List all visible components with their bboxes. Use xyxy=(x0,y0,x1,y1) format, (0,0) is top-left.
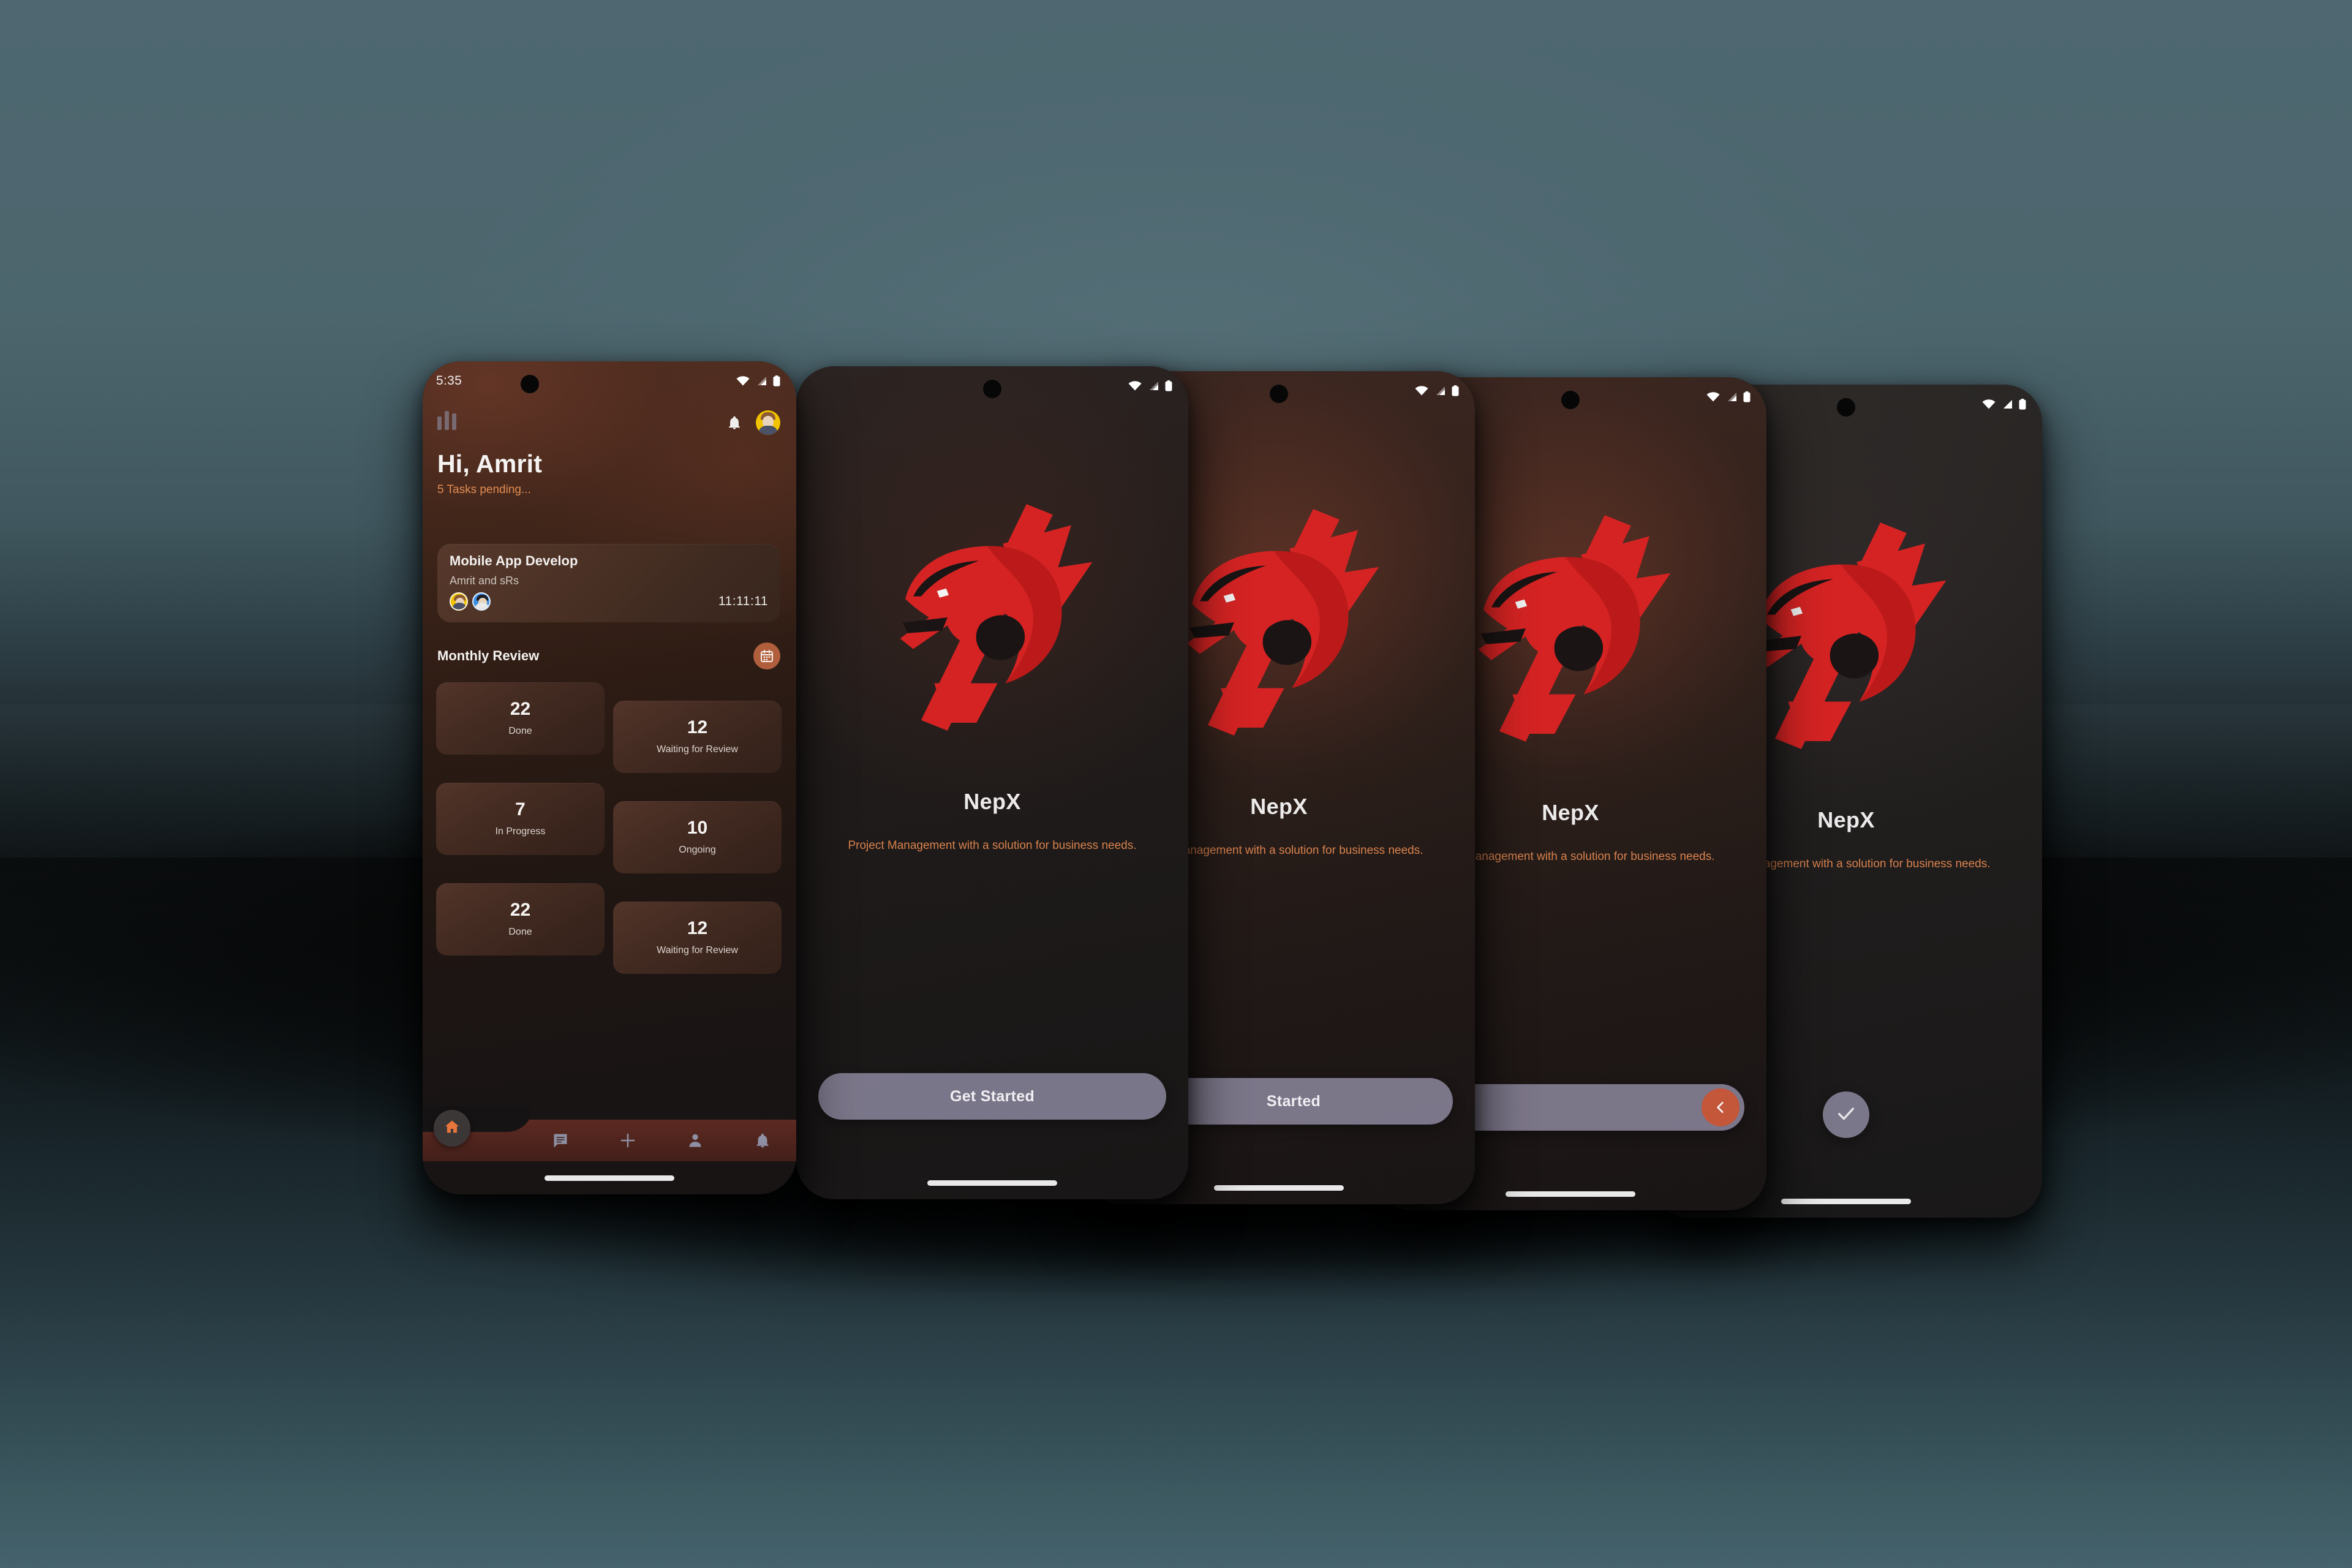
phone-mockup-onboarding-1: NepX Project Management with a solution … xyxy=(796,366,1188,1199)
brand-title: NepX xyxy=(963,789,1021,814)
user-avatar[interactable] xyxy=(756,410,780,435)
stat-value: 22 xyxy=(510,699,531,719)
stat-card[interactable]: 22 Done xyxy=(436,682,605,755)
check-icon xyxy=(1836,1103,1856,1127)
nav-item-home[interactable] xyxy=(434,1110,470,1147)
nav-item-chat[interactable] xyxy=(544,1124,577,1157)
signal-icon xyxy=(755,376,767,386)
signal-icon xyxy=(1434,386,1446,396)
monthly-review-section-header: Monthly Review xyxy=(437,638,780,674)
wifi-icon xyxy=(1128,381,1142,391)
nav-item-profile[interactable] xyxy=(679,1124,712,1157)
get-started-button[interactable]: Get Started xyxy=(818,1073,1166,1120)
stat-label: Ongoing xyxy=(679,845,716,855)
onboarding-screen-1: NepX Project Management with a solution … xyxy=(796,366,1188,1199)
home-indicator xyxy=(1781,1199,1911,1204)
get-started-label: Started xyxy=(1266,1092,1321,1110)
project-title: Mobile App Develop xyxy=(450,553,578,568)
dashboard-screen: Hi, Amrit 5 Tasks pending... Mobile App … xyxy=(423,361,796,1194)
home-indicator xyxy=(1506,1191,1635,1197)
stat-value: 12 xyxy=(687,717,708,737)
get-started-button-done[interactable] xyxy=(1823,1091,1869,1138)
stat-card[interactable]: 12 Waiting for Review xyxy=(613,701,782,773)
stat-label: In Progress xyxy=(495,826,546,837)
wifi-icon xyxy=(736,376,750,386)
signal-icon xyxy=(1725,392,1738,402)
stat-card[interactable]: 10 Ongoing xyxy=(613,801,782,873)
stats-grid: 22 Done 12 Waiting for Review 7 In Progr… xyxy=(436,682,782,974)
camera-punch-hole xyxy=(521,375,539,393)
signal-icon xyxy=(2001,399,2013,409)
dragon-logo xyxy=(796,458,1188,777)
stat-label: Waiting for Review xyxy=(657,945,738,956)
stat-card[interactable]: 22 Done xyxy=(436,883,605,956)
user-avatar-amrit xyxy=(450,592,468,611)
user-avatar-srs xyxy=(472,592,491,611)
battery-icon xyxy=(2019,399,2026,410)
tasks-pending-text: 5 Tasks pending... xyxy=(437,483,531,496)
phone-mockup-dashboard: Hi, Amrit 5 Tasks pending... Mobile App … xyxy=(423,361,796,1194)
nav-item-add[interactable] xyxy=(611,1124,644,1157)
project-time: 11:11:11 xyxy=(718,594,768,608)
battery-icon xyxy=(1165,380,1172,391)
battery-icon xyxy=(773,375,780,386)
home-indicator xyxy=(1214,1185,1344,1191)
project-avatar-group xyxy=(450,592,491,611)
stat-value: 22 xyxy=(510,900,531,920)
home-indicator xyxy=(927,1180,1057,1186)
dashboard-header: Hi, Amrit 5 Tasks pending... xyxy=(423,401,796,497)
status-time: 5:35 xyxy=(436,374,462,388)
wifi-icon xyxy=(1982,399,1996,409)
get-started-label: Get Started xyxy=(949,1087,1035,1105)
stat-value: 12 xyxy=(687,918,708,938)
wifi-icon xyxy=(1415,386,1428,396)
battery-icon xyxy=(1743,391,1751,402)
camera-punch-hole xyxy=(1837,398,1855,417)
wifi-icon xyxy=(1706,392,1720,402)
camera-punch-hole xyxy=(1561,391,1580,409)
chevron-left-icon xyxy=(1702,1088,1740,1126)
brand-tagline: Project Management with a solution for b… xyxy=(848,839,1137,852)
stat-card[interactable]: 12 Waiting for Review xyxy=(613,902,782,974)
signal-icon xyxy=(1147,381,1159,391)
bar-chart-logo-icon xyxy=(437,408,456,430)
status-bar: 5:35 xyxy=(423,361,796,401)
project-card[interactable]: Mobile App Develop Amrit and sRs 11:11:1… xyxy=(437,544,780,622)
camera-punch-hole xyxy=(983,380,1001,398)
stat-label: Done xyxy=(508,927,532,937)
calendar-icon[interactable] xyxy=(753,643,780,669)
home-indicator xyxy=(545,1175,674,1181)
bell-icon[interactable] xyxy=(724,412,745,433)
stat-value: 10 xyxy=(687,818,708,838)
home-icon xyxy=(443,1118,461,1139)
stat-value: 7 xyxy=(515,799,526,820)
bottom-navigation xyxy=(423,1106,796,1161)
battery-icon xyxy=(1452,385,1459,396)
stat-card[interactable]: 7 In Progress xyxy=(436,783,605,855)
camera-punch-hole xyxy=(1270,385,1288,403)
project-members: Amrit and sRs xyxy=(450,575,519,587)
stat-label: Waiting for Review xyxy=(657,744,738,755)
page-title: Hi, Amrit xyxy=(437,450,543,478)
section-title: Monthly Review xyxy=(437,648,540,663)
phone-showcase-stage: NepX Project Management with a solution … xyxy=(0,0,2352,1568)
nav-item-notifications[interactable] xyxy=(746,1124,779,1157)
stat-label: Done xyxy=(508,726,532,736)
